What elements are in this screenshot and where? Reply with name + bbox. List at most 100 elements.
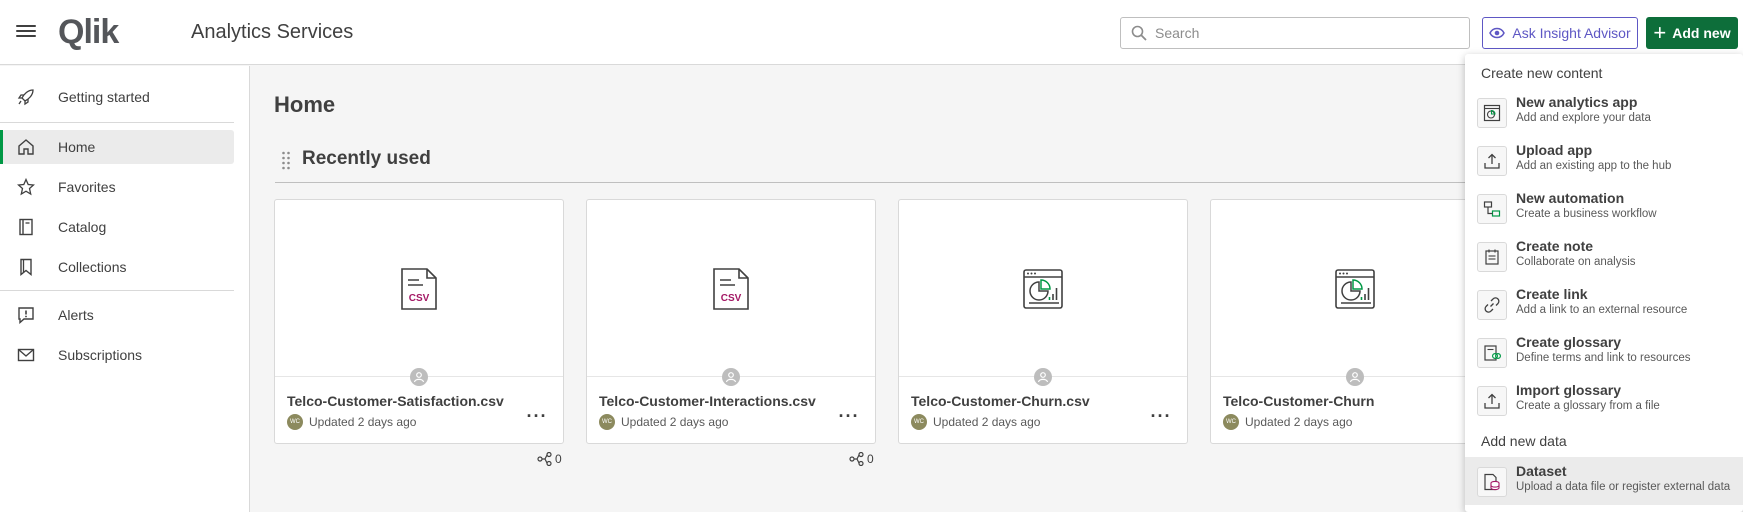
sidebar-item-label: Favorites <box>58 179 116 195</box>
lineage-count: 0 <box>867 452 874 466</box>
menu-item-create-link[interactable]: Create link Add a link to an external re… <box>1465 280 1743 328</box>
updated-text: Updated 2 days ago <box>933 415 1041 429</box>
sidebar-item-favorites[interactable]: Favorites <box>0 170 234 204</box>
updated-text: Updated 2 days ago <box>621 415 729 429</box>
glossary-icon <box>1477 338 1507 368</box>
lineage-icon <box>849 452 864 466</box>
more-options-icon[interactable]: ··· <box>525 404 549 428</box>
menu-item-desc: Define terms and link to resources <box>1516 352 1691 364</box>
note-icon <box>1477 242 1507 272</box>
owner-avatar-icon <box>722 368 740 386</box>
menu-item-title: Import glossary <box>1516 382 1622 398</box>
menu-item-new-analytics-app[interactable]: New analytics app Add and explore your d… <box>1465 88 1743 136</box>
search-box[interactable] <box>1120 17 1470 49</box>
insight-advisor-icon <box>1489 27 1506 39</box>
section-title: Recently used <box>302 148 431 169</box>
svg-text:CSV: CSV <box>409 293 430 304</box>
avatar: WC <box>599 414 615 430</box>
sidebar-item-catalog[interactable]: Catalog <box>0 210 234 244</box>
recent-item-card[interactable]: CSV Telco-Customer-Interactions.csv WC U… <box>586 199 876 444</box>
card-meta: WC Updated 2 days ago <box>599 414 728 430</box>
main-content: Home Recently used CSV Telco-Customer-Sa… <box>251 66 1500 512</box>
card-meta: WC Updated 2 days ago <box>911 414 1040 430</box>
analytics-app-icon <box>1335 269 1375 309</box>
menu-item-upload-app[interactable]: Upload app Add an existing app to the hu… <box>1465 136 1743 184</box>
catalog-icon <box>19 218 33 236</box>
lineage-indicator[interactable]: 0 <box>537 452 562 466</box>
hamburger-menu-icon[interactable] <box>16 22 36 42</box>
home-icon <box>18 139 34 155</box>
logo-text: Qlik <box>58 12 119 51</box>
drag-handle-icon[interactable] <box>281 150 291 170</box>
insight-advisor-label: Ask Insight Advisor <box>1512 25 1631 41</box>
menu-item-title: Create link <box>1516 286 1588 302</box>
ask-insight-advisor-button[interactable]: Ask Insight Advisor <box>1482 17 1638 49</box>
menu-item-desc: Upload a data file or register external … <box>1516 481 1731 493</box>
divider <box>0 290 234 291</box>
csv-file-icon: CSV <box>713 268 749 310</box>
recent-item-card[interactable]: Telco-Customer-Churn.csv WC Updated 2 da… <box>898 199 1188 444</box>
menu-item-desc: Add and explore your data <box>1516 112 1651 124</box>
menu-item-desc: Add an existing app to the hub <box>1516 160 1672 172</box>
owner-avatar-icon <box>410 368 428 386</box>
menu-item-create-note[interactable]: Create note Collaborate on analysis <box>1465 232 1743 280</box>
menu-item-title: Create glossary <box>1516 334 1622 350</box>
page-title: Home <box>274 92 336 117</box>
sidebar-item-home[interactable]: Home <box>0 130 234 164</box>
sidebar-item-subscriptions[interactable]: Subscriptions <box>0 338 234 372</box>
more-options-icon[interactable]: ··· <box>837 404 861 428</box>
avatar: WC <box>911 414 927 430</box>
lineage-count: 0 <box>555 452 562 466</box>
automation-icon <box>1477 194 1507 224</box>
app-name: Analytics Services <box>191 21 354 43</box>
card-name: Telco-Customer-Churn <box>1223 393 1375 409</box>
menu-heading-add-data: Add new data <box>1481 433 1567 449</box>
sidebar-item-label: Collections <box>58 259 127 275</box>
more-options-icon[interactable]: ··· <box>1149 404 1173 428</box>
menu-item-dataset[interactable]: Dataset Upload a data file or register e… <box>1465 457 1743 505</box>
card-name: Telco-Customer-Satisfaction.csv <box>287 393 504 409</box>
card-thumbnail <box>1211 200 1499 377</box>
search-input[interactable] <box>1155 25 1455 41</box>
lineage-indicator[interactable]: 0 <box>849 452 874 466</box>
sidebar-item-getting-started[interactable]: Getting started <box>0 80 234 114</box>
mail-icon <box>17 348 35 362</box>
menu-heading-create-content: Create new content <box>1481 65 1603 81</box>
card-thumbnail <box>899 200 1187 377</box>
avatar: WC <box>287 414 303 430</box>
dataset-icon <box>1477 467 1507 497</box>
import-icon <box>1477 386 1507 416</box>
analytics-app-icon <box>1477 98 1507 128</box>
analytics-app-icon <box>1023 269 1063 309</box>
card-thumbnail: CSV <box>587 200 875 377</box>
sidebar-item-alerts[interactable]: Alerts <box>0 298 234 332</box>
card-meta: WC Updated 2 days ago <box>287 414 416 430</box>
sidebar-item-label: Alerts <box>58 307 94 323</box>
menu-item-title: New automation <box>1516 190 1625 206</box>
menu-item-desc: Collaborate on analysis <box>1516 256 1636 268</box>
owner-avatar-icon <box>1034 368 1052 386</box>
sidebar-item-label: Subscriptions <box>58 347 143 363</box>
menu-item-desc: Add a link to an external resource <box>1516 304 1688 316</box>
rocket-icon <box>17 89 34 106</box>
qlik-logo[interactable]: Qlik <box>58 12 119 51</box>
menu-item-import-glossary[interactable]: Import glossary Create a glossary from a… <box>1465 376 1743 424</box>
card-thumbnail: CSV <box>275 200 563 377</box>
sidebar-item-label: Home <box>58 139 96 155</box>
sidebar-item-collections[interactable]: Collections <box>0 250 234 284</box>
upload-icon <box>1477 146 1507 176</box>
divider <box>0 122 234 123</box>
recent-item-card[interactable]: Telco-Customer-Churn WC Updated 2 days a… <box>1210 199 1500 444</box>
menu-item-title: Upload app <box>1516 142 1593 158</box>
add-new-button[interactable]: + Add new <box>1646 17 1738 49</box>
menu-item-desc: Create a business workflow <box>1516 208 1657 220</box>
owner-avatar-icon <box>1346 368 1364 386</box>
menu-item-create-glossary[interactable]: Create glossary Define terms and link to… <box>1465 328 1743 376</box>
bookmark-icon <box>20 258 32 276</box>
menu-item-desc: Create a glossary from a file <box>1516 400 1660 412</box>
menu-item-new-automation[interactable]: New automation Create a business workflo… <box>1465 184 1743 232</box>
recent-item-card[interactable]: CSV Telco-Customer-Satisfaction.csv WC U… <box>274 199 564 444</box>
add-new-label: Add new <box>1672 25 1731 41</box>
updated-text: Updated 2 days ago <box>1245 415 1353 429</box>
add-new-dropdown-menu: Create new content New analytics app Add… <box>1465 54 1743 512</box>
